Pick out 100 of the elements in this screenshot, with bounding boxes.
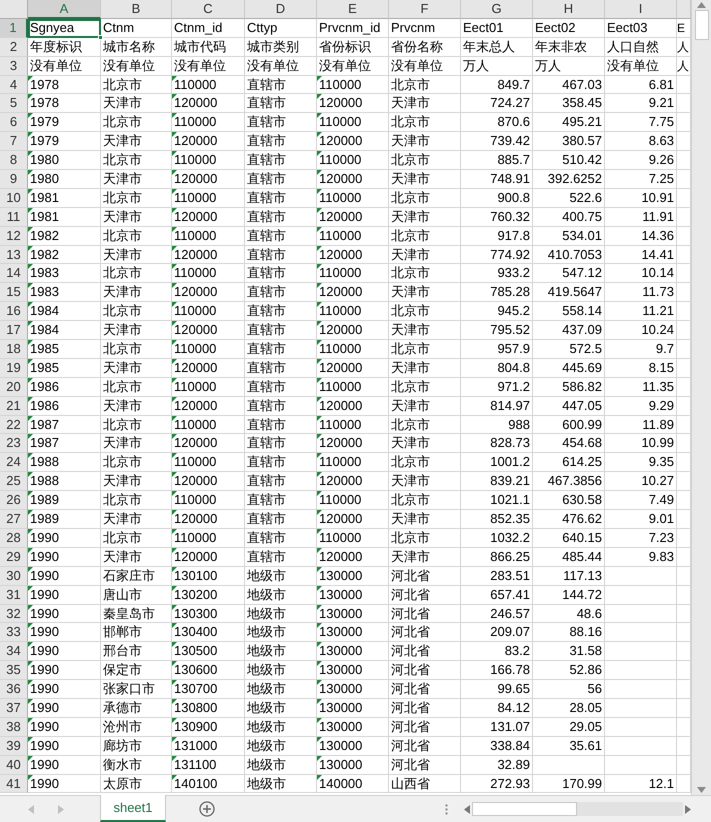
add-sheet-icon[interactable] xyxy=(199,801,215,817)
row-header[interactable]: 11 xyxy=(0,208,28,227)
empty-cell[interactable] xyxy=(605,623,677,642)
table-cell: 直辖市 xyxy=(247,454,286,470)
row-header[interactable]: 30 xyxy=(0,566,28,586)
row-header[interactable]: 35 xyxy=(0,661,28,680)
column-header[interactable]: B xyxy=(101,0,172,19)
row-header[interactable]: 24 xyxy=(0,453,28,472)
empty-cell[interactable] xyxy=(605,680,677,699)
row-header[interactable]: 23 xyxy=(0,434,28,454)
column-header[interactable]: H xyxy=(533,0,605,19)
row-header[interactable]: 6 xyxy=(0,113,28,132)
table-cell: 没有单位 xyxy=(174,58,226,73)
table-cell: 1990 xyxy=(30,662,59,678)
row-header[interactable]: 26 xyxy=(0,491,28,510)
row-header[interactable]: 25 xyxy=(0,472,28,492)
previous-sheet-icon[interactable] xyxy=(28,804,34,814)
row-header[interactable]: 31 xyxy=(0,586,28,604)
row-header[interactable]: 20 xyxy=(0,378,28,397)
column-header[interactable]: G xyxy=(461,0,533,19)
table-cell: 120000 xyxy=(174,398,218,413)
table-cell: 724.27 xyxy=(490,95,530,110)
column-header[interactable]: E xyxy=(317,0,389,19)
empty-cell[interactable] xyxy=(605,566,677,586)
row-header[interactable]: 37 xyxy=(0,698,28,718)
scroll-up-icon[interactable] xyxy=(697,2,706,8)
fill-handle[interactable] xyxy=(98,34,103,40)
row-header[interactable]: 15 xyxy=(0,283,28,302)
table-cell: 地级市 xyxy=(247,568,286,583)
table-cell: 直辖市 xyxy=(247,95,286,110)
empty-cell[interactable] xyxy=(605,661,677,680)
table-cell: Eect03 xyxy=(607,20,648,35)
empty-cell[interactable] xyxy=(605,756,677,775)
scrollbar-thumb[interactable] xyxy=(694,10,708,40)
table-cell: 7.75 xyxy=(648,114,674,130)
empty-cell[interactable] xyxy=(605,604,677,624)
row-header[interactable]: 10 xyxy=(0,188,28,208)
column-header[interactable]: I xyxy=(605,0,677,19)
row-header[interactable]: 1 xyxy=(0,18,28,38)
row-header[interactable]: 4 xyxy=(0,76,28,94)
column-header[interactable]: C xyxy=(172,0,245,19)
table-cell: 北京市 xyxy=(391,303,430,318)
table-cell: 1990 xyxy=(30,548,59,564)
column-header[interactable]: F xyxy=(389,0,461,19)
row-header[interactable]: 32 xyxy=(0,604,28,624)
table-cell: 804.8 xyxy=(497,360,530,375)
row-header[interactable]: 3 xyxy=(0,56,28,76)
empty-cell[interactable] xyxy=(605,718,677,737)
row-header[interactable]: 27 xyxy=(0,510,28,529)
row-header[interactable]: 22 xyxy=(0,416,28,434)
scroll-right-icon[interactable] xyxy=(685,804,691,814)
row-header[interactable]: 38 xyxy=(0,718,28,737)
selected-cell[interactable]: Sgnyea xyxy=(28,18,101,38)
row-header[interactable]: 19 xyxy=(0,358,28,378)
empty-cell[interactable] xyxy=(605,586,677,604)
empty-cell[interactable] xyxy=(605,698,677,718)
table-cell: 直辖市 xyxy=(247,378,286,394)
row-header[interactable]: 39 xyxy=(0,736,28,756)
row-header[interactable]: 17 xyxy=(0,321,28,340)
row-header[interactable]: 18 xyxy=(0,340,28,359)
table-cell: 558.14 xyxy=(562,303,602,318)
row-header[interactable]: 36 xyxy=(0,680,28,699)
row-header[interactable]: 21 xyxy=(0,396,28,416)
table-cell: 北京市 xyxy=(103,341,142,356)
more-options-icon[interactable] xyxy=(445,804,448,814)
select-all-corner[interactable] xyxy=(0,0,28,19)
row-header[interactable]: 33 xyxy=(0,623,28,642)
empty-cell[interactable] xyxy=(605,736,677,756)
table-cell: 272.93 xyxy=(490,776,530,791)
table-cell: 56 xyxy=(588,681,602,696)
row-header[interactable]: 29 xyxy=(0,548,28,567)
table-cell: 11.21 xyxy=(642,303,674,318)
table-cell: 120000 xyxy=(174,548,218,564)
column-header[interactable]: A xyxy=(28,0,101,19)
sheet-tab[interactable]: sheet1 xyxy=(100,795,166,822)
table-cell: 849.7 xyxy=(497,76,530,92)
empty-cell[interactable] xyxy=(605,642,677,662)
table-cell: 120000 xyxy=(319,246,362,262)
row-header[interactable]: 12 xyxy=(0,226,28,246)
row-header[interactable]: 34 xyxy=(0,642,28,662)
row-header[interactable]: 16 xyxy=(0,302,28,322)
row-header[interactable]: 5 xyxy=(0,94,28,114)
row-header[interactable]: 41 xyxy=(0,774,28,794)
table-cell: 天津市 xyxy=(103,398,142,413)
row-header[interactable]: 14 xyxy=(0,264,28,284)
empty-cell[interactable] xyxy=(533,756,605,775)
scrollbar-thumb[interactable] xyxy=(472,802,577,816)
table-cell: 110000 xyxy=(319,530,362,545)
row-header[interactable]: 9 xyxy=(0,170,28,189)
row-header[interactable]: 2 xyxy=(0,38,28,57)
next-sheet-icon[interactable] xyxy=(58,804,64,814)
row-header[interactable]: 28 xyxy=(0,528,28,548)
scroll-left-icon[interactable] xyxy=(464,804,470,814)
scroll-down-icon[interactable] xyxy=(697,787,706,793)
row-header[interactable]: 13 xyxy=(0,246,28,264)
row-header[interactable]: 8 xyxy=(0,151,28,170)
column-header[interactable] xyxy=(677,0,691,19)
row-header[interactable]: 7 xyxy=(0,132,28,152)
row-header[interactable]: 40 xyxy=(0,756,28,775)
column-header[interactable]: D xyxy=(245,0,317,19)
